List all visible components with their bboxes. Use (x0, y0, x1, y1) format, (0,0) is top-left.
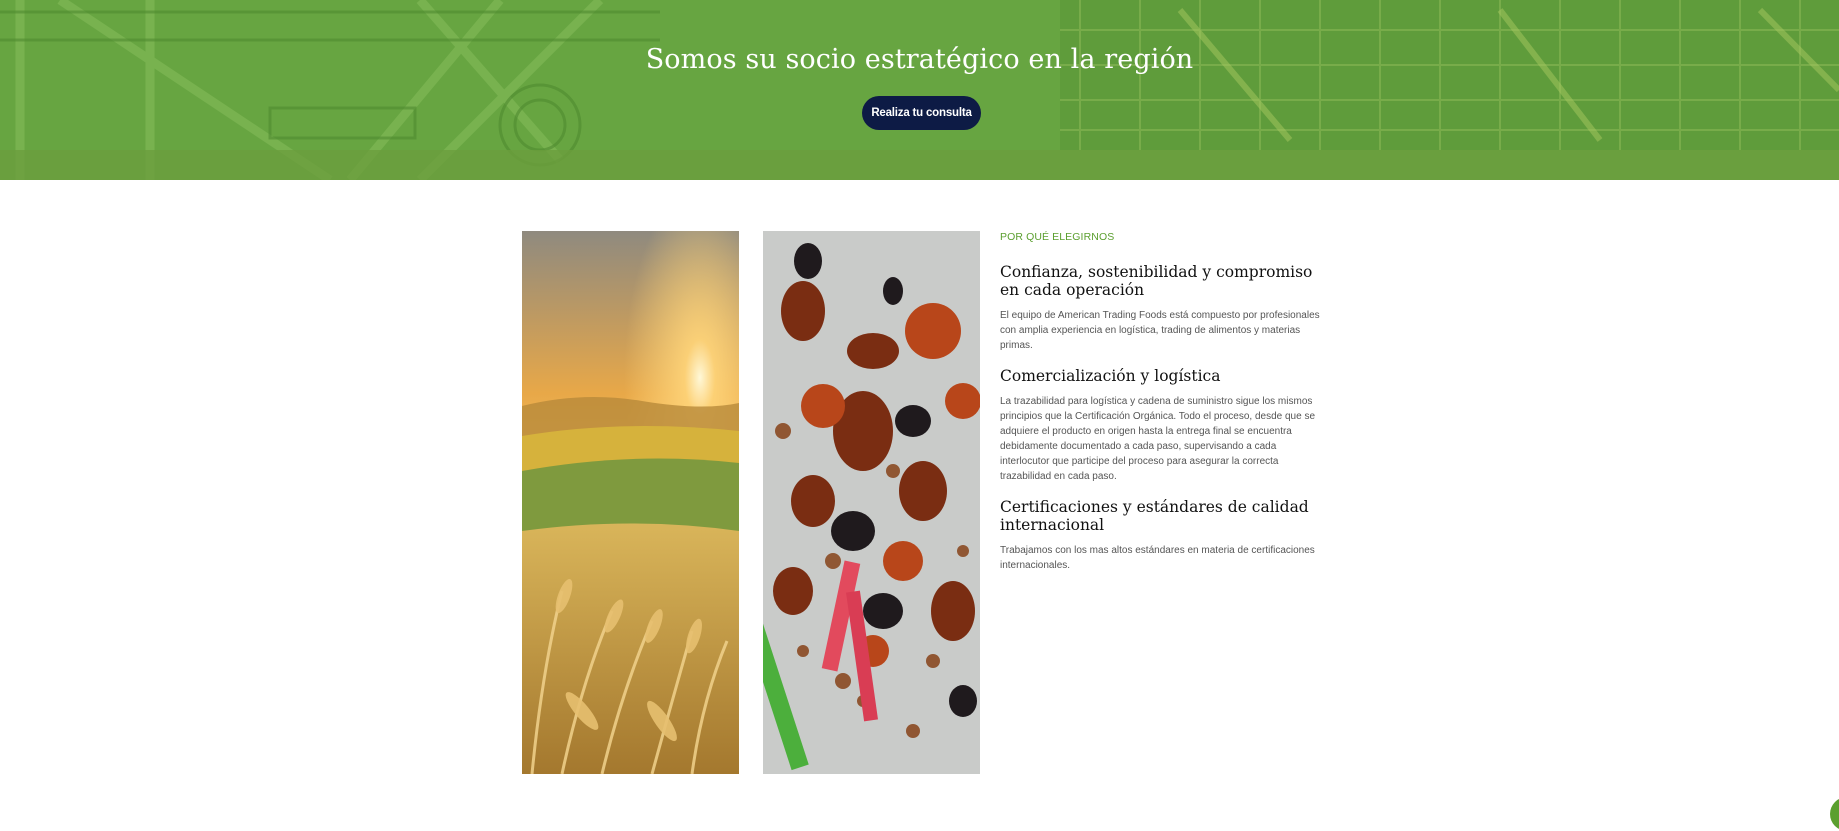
wheat-field-image (522, 231, 739, 774)
chat-bubble-icon[interactable] (1830, 797, 1839, 831)
feature-body-logistics: La trazabilidad para logística y cadena … (1000, 396, 1315, 482)
feature-body-trust: El equipo de American Trading Foods está… (1000, 310, 1320, 351)
hero-background-image (0, 0, 1839, 180)
hero-title: Somos su socio estratégico en la región (645, 44, 1194, 75)
feature-heading-trust: Confianza, sostenibilidad y compromiso e… (1000, 263, 1313, 299)
hero-banner: Somos su socio estratégico en la región … (0, 0, 1839, 180)
why-choose-us-section: POR QUÉ ELEGIRNOS Confianza, sostenibili… (1000, 231, 1320, 573)
section-eyebrow: POR QUÉ ELEGIRNOS (1000, 231, 1115, 243)
feature-body-certifications: Trabajamos con los mas altos estándares … (1000, 545, 1315, 571)
feature-heading-logistics: Comercialización y logística (1000, 367, 1221, 385)
consult-button[interactable]: Realiza tu consulta (862, 96, 981, 130)
dried-fruit-image (763, 231, 980, 774)
feature-heading-certifications: Certificaciones y estándares de calidad … (1000, 498, 1309, 534)
